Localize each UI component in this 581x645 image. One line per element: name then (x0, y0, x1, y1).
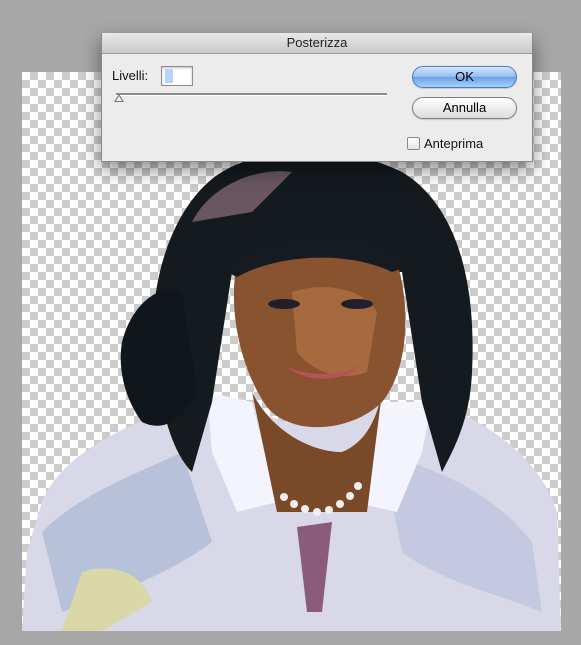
levels-slider-thumb[interactable] (114, 94, 124, 102)
checkbox-box[interactable] (407, 137, 420, 150)
levels-label: Livelli: (112, 68, 149, 83)
preview-label: Anteprima (424, 136, 484, 151)
cancel-button[interactable]: Annulla (412, 97, 517, 119)
text-selection (165, 69, 173, 83)
ok-button[interactable]: OK (412, 66, 517, 88)
dialog-title: Posterizza (102, 33, 532, 54)
levels-field[interactable] (161, 66, 193, 86)
eye-right (341, 299, 373, 309)
eye-left (268, 299, 300, 309)
posterize-dialog: Posterizza Livelli: OK Annulla Anteprima (101, 33, 533, 162)
levels-slider-track[interactable] (116, 93, 387, 96)
